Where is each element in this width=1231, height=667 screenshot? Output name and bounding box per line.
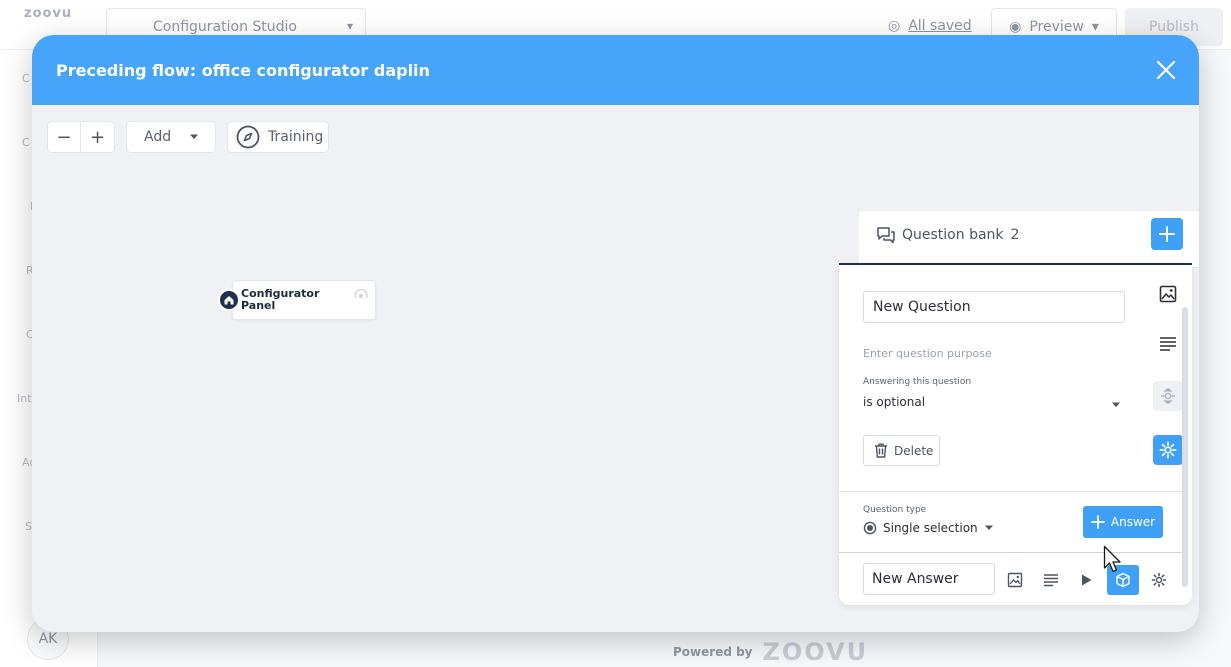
preceding-flow-modal: Preceding flow: office configurator dapl…: [32, 35, 1199, 632]
chevron-down-icon: ▾: [1091, 19, 1099, 35]
panel-scrollbar[interactable]: [1182, 307, 1188, 587]
studio-label: Configuration Studio: [153, 19, 297, 35]
cursor-icon: [1103, 545, 1121, 573]
radio-icon: [863, 521, 877, 535]
powered-label: Powered by: [673, 645, 753, 659]
node-label: Configurator Panel: [241, 287, 320, 312]
plus-icon: [1090, 515, 1105, 529]
answering-label: Answering this question: [863, 377, 972, 387]
sidebar-item[interactable]: C: [22, 136, 30, 149]
question-bank-title[interactable]: Question bank 2: [877, 227, 1019, 243]
chat-icon: [877, 227, 895, 243]
play-icon[interactable]: [1070, 565, 1102, 595]
question-type-value: Single selection: [883, 521, 978, 535]
answer-button-label: Answer: [1110, 515, 1156, 529]
add-dropdown[interactable]: Add: [126, 121, 216, 153]
answer-gear-icon[interactable]: [1143, 565, 1175, 595]
question-name-input[interactable]: [863, 291, 1125, 323]
answers-divider: [839, 552, 1184, 553]
sidebar-item[interactable]: C: [22, 72, 30, 85]
sidebar-item[interactable]: S: [25, 520, 32, 533]
panel-divider: [839, 491, 1184, 492]
add-label: Add: [144, 129, 172, 145]
save-status[interactable]: ◎ All saved: [888, 18, 972, 34]
compass-icon: [236, 125, 260, 149]
answering-value: is optional: [863, 395, 926, 409]
delete-button[interactable]: Delete: [863, 435, 940, 466]
answer-text-icon[interactable]: [1035, 565, 1067, 595]
zoom-in-button[interactable]: +: [81, 122, 114, 152]
flow-node[interactable]: Configurator Panel: [218, 280, 376, 320]
training-label: Training: [268, 129, 324, 145]
trash-icon: [875, 443, 887, 458]
caret-down-icon: [1112, 402, 1120, 407]
zoom-out-button[interactable]: −: [48, 122, 82, 152]
add-question-button[interactable]: [1151, 218, 1183, 250]
app-logo: zoovu: [24, 6, 73, 21]
sidebar-item[interactable]: Int: [17, 392, 32, 405]
modal-title: Preceding flow: office configurator dapl…: [56, 60, 430, 80]
home-icon: [218, 289, 240, 311]
add-answer-button[interactable]: Answer: [1083, 506, 1163, 538]
chevron-down-icon: ▾: [346, 19, 353, 33]
training-button[interactable]: Training: [227, 121, 329, 153]
gear-icon[interactable]: [1153, 435, 1183, 465]
modal-header: Preceding flow: office configurator dapl…: [32, 35, 1199, 105]
logic-icon[interactable]: [1153, 381, 1183, 411]
question-bank-count: 2: [1010, 227, 1020, 243]
delete-label: Delete: [894, 443, 934, 458]
answer-image-icon[interactable]: [999, 565, 1031, 595]
question-bank-header: Question bank 2: [859, 211, 1199, 268]
text-icon[interactable]: [1153, 329, 1183, 359]
answer-name-input[interactable]: [863, 563, 995, 595]
powered-brand: ZOOVU: [762, 638, 869, 666]
saved-label: All saved: [908, 18, 972, 34]
zoom-controls: − +: [47, 121, 115, 153]
plus-icon: [1159, 226, 1175, 242]
answering-select[interactable]: is optional: [863, 395, 1121, 415]
caret-down-icon: [190, 134, 199, 139]
question-type-select[interactable]: Single selection: [863, 521, 994, 535]
question-type-label: Question type: [863, 505, 927, 515]
eye-icon: ◉: [1009, 19, 1022, 35]
publish-label: Publish: [1149, 19, 1199, 35]
image-icon[interactable]: [1153, 279, 1183, 309]
question-panel: Enter question purpose Answering this qu…: [839, 263, 1192, 605]
preview-label: Preview: [1029, 19, 1084, 35]
powered-by: Powered by ZOOVU: [673, 638, 868, 666]
question-purpose-input[interactable]: Enter question purpose: [863, 347, 992, 360]
status-icon: [354, 288, 368, 299]
question-bank-label: Question bank: [902, 227, 1004, 243]
check-circle-icon: ◎: [888, 18, 901, 34]
caret-down-icon: [984, 525, 993, 530]
close-icon[interactable]: [1155, 59, 1177, 81]
